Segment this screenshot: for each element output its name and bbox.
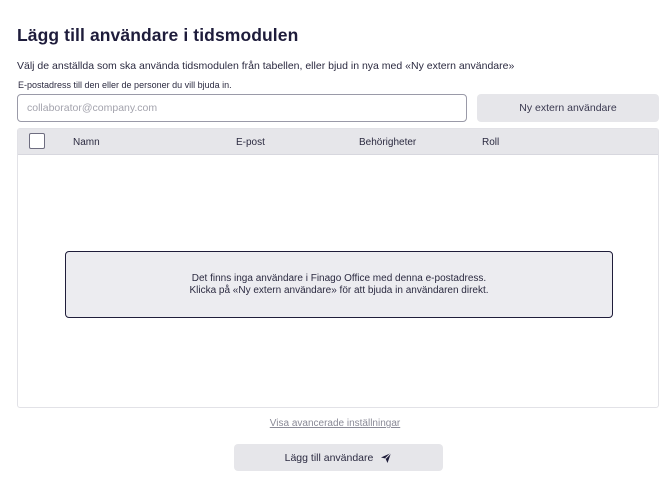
empty-state-line-2: Klicka på «Ny extern användare» för att … (189, 285, 489, 296)
send-icon (380, 452, 392, 464)
table-header: Namn E-post Behörigheter Roll (18, 129, 658, 155)
empty-state-line-1: Det finns inga användare i Finago Office… (191, 273, 487, 284)
advanced-settings-row: Visa avancerade inställningar (0, 418, 670, 429)
column-header-email[interactable]: E-post (236, 137, 265, 148)
email-field-label: E-postadress till den eller de personer … (18, 80, 232, 90)
column-header-role[interactable]: Roll (482, 137, 499, 148)
select-all-checkbox[interactable] (29, 133, 45, 149)
new-external-user-button[interactable]: Ny extern användare (477, 94, 659, 122)
add-users-button[interactable]: Lägg till användare (234, 444, 443, 471)
empty-state-message: Det finns inga användare i Finago Office… (65, 251, 613, 318)
users-table: Namn E-post Behörigheter Roll Det finns … (17, 128, 659, 408)
column-header-permissions[interactable]: Behörigheter (359, 137, 416, 148)
show-advanced-settings-link[interactable]: Visa avancerade inställningar (270, 418, 400, 429)
column-header-name[interactable]: Namn (73, 137, 100, 148)
email-field[interactable] (17, 94, 467, 122)
add-users-button-label: Lägg till användare (284, 451, 374, 464)
page-title: Lägg till användare i tidsmodulen (17, 25, 299, 45)
instruction-text: Välj de anställda som ska använda tidsmo… (17, 60, 515, 72)
